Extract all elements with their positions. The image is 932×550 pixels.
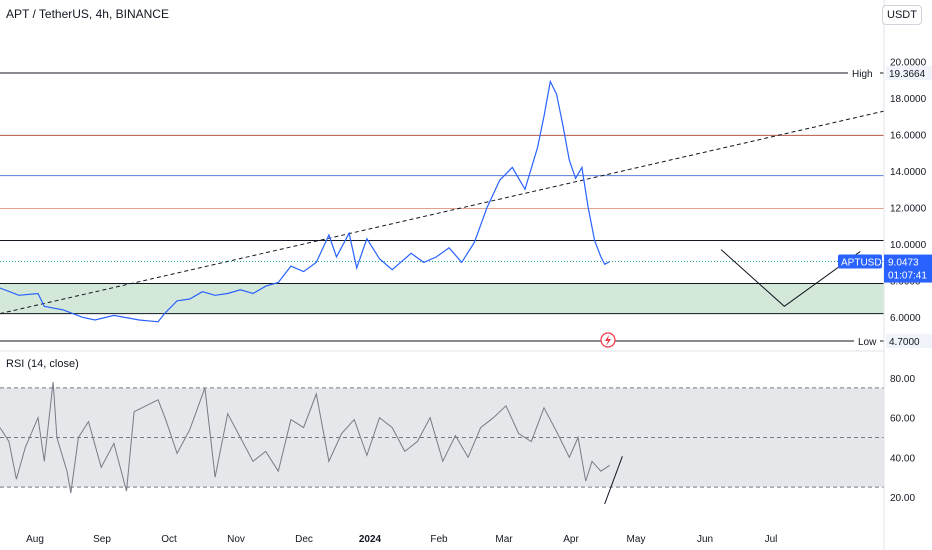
time-axis-tick: May <box>627 534 646 545</box>
time-axis-tick: 2024 <box>359 534 382 545</box>
price-axis-tick: 16.0000 <box>890 131 927 142</box>
level-label: Low <box>858 337 877 348</box>
time-axis-tick: Aug <box>26 534 44 545</box>
time-axis-tick: Nov <box>227 534 245 545</box>
countdown-timer: 01:07:41 <box>888 271 927 282</box>
price-axis-tick: 14.0000 <box>890 167 927 178</box>
time-axis-tick: Mar <box>495 534 513 545</box>
price-axis-tick: 18.0000 <box>890 94 927 105</box>
time-axis-tick: Jul <box>765 534 778 545</box>
price-axis-tick: 6.0000 <box>890 313 921 324</box>
time-axis-tick: Jun <box>697 534 713 545</box>
level-label: High <box>852 69 873 80</box>
symbol-title: APT / TetherUS, 4h, BINANCE <box>6 7 169 21</box>
rsi-indicator-label[interactable]: RSI (14, close) <box>6 358 79 370</box>
rsi-axis-tick: 60.00 <box>890 414 915 425</box>
price-axis-tick: 12.0000 <box>890 204 927 215</box>
last-price-value: 9.0473 <box>888 258 919 269</box>
chart-canvas[interactable]: 20.000018.000016.000014.000012.000010.00… <box>0 0 932 550</box>
time-axis-tick: Dec <box>295 534 313 545</box>
rsi-axis-tick: 20.00 <box>890 493 915 504</box>
time-axis-tick: Sep <box>93 534 111 545</box>
level-value-label: 19.3664 <box>889 69 926 80</box>
level-value-label: 4.7000 <box>889 337 920 348</box>
rsi-pane <box>0 381 884 505</box>
time-axis-tick: Apr <box>563 534 579 545</box>
rsi-axis-tick: 80.00 <box>890 374 915 385</box>
currency-button[interactable]: USDT <box>882 5 922 25</box>
rsi-axis-tick: 40.00 <box>890 453 915 464</box>
symbol-tag: APTUSDT <box>841 258 888 269</box>
time-axis-tick: Feb <box>430 534 448 545</box>
lightning-icon <box>600 332 616 348</box>
price-axis-tick: 10.0000 <box>890 240 927 251</box>
time-axis-tick: Oct <box>161 534 177 545</box>
support-zone <box>0 283 884 314</box>
